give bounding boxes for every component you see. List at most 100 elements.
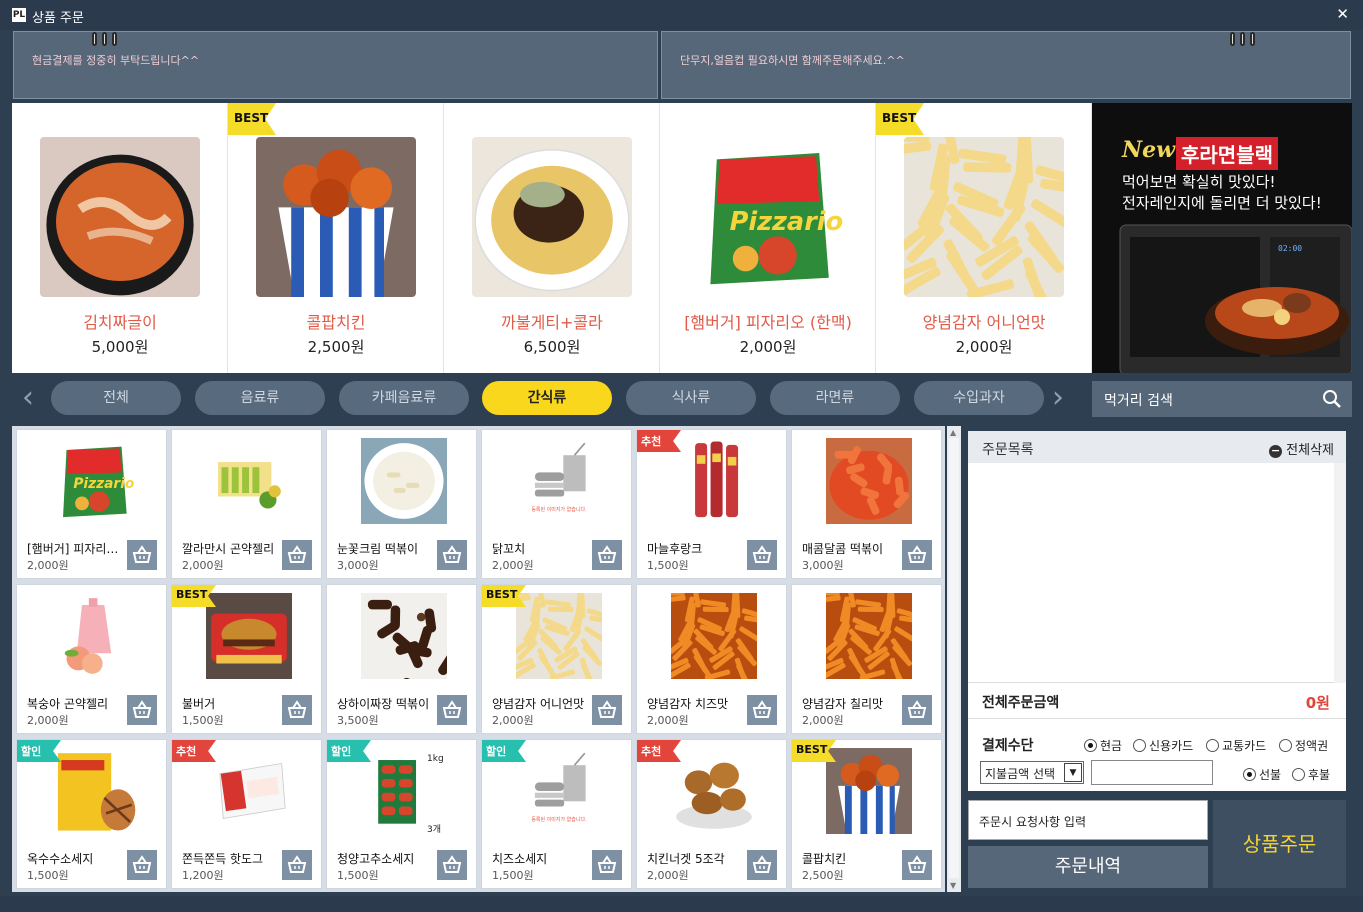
add-to-cart-button[interactable] — [282, 695, 312, 725]
amount-select[interactable]: 지불금액 선택 ▼ — [980, 761, 1084, 784]
product-card[interactable]: Pizzario [햄버거] 피자리오 (한맥) 2,000원 — [16, 429, 167, 579]
place-order-button[interactable]: 상품주문 — [1213, 800, 1346, 888]
product-image[interactable] — [826, 748, 912, 834]
ad-banner[interactable]: New 후라면블랙 먹어보면 확실히 맛있다! 전자레인지에 돌리면 더 맛있다… — [1092, 103, 1352, 373]
featured-image[interactable] — [256, 137, 416, 297]
category-tab[interactable]: 음료류 — [195, 381, 325, 415]
product-card[interactable]: 양념감자 어니언맛 2,000원 BEST — [481, 584, 632, 734]
product-image[interactable] — [361, 438, 447, 524]
chevron-down-icon[interactable]: ▼ — [1064, 763, 1082, 782]
scroll-down-icon[interactable]: ▼ — [950, 881, 956, 890]
radio-circle-icon[interactable] — [1133, 739, 1146, 752]
add-to-cart-button[interactable] — [902, 850, 932, 880]
radio-circle-icon[interactable] — [1084, 739, 1097, 752]
product-image[interactable]: 1kg 3개 — [361, 748, 447, 834]
add-to-cart-button[interactable] — [282, 540, 312, 570]
product-image[interactable] — [671, 438, 757, 524]
featured-card[interactable]: 콜팝치킨 2,500원 BEST — [228, 103, 444, 373]
radio-circle-icon[interactable] — [1243, 768, 1256, 781]
radio-circle-icon[interactable] — [1279, 739, 1292, 752]
product-image[interactable] — [671, 593, 757, 679]
product-image[interactable] — [206, 593, 292, 679]
featured-image[interactable] — [40, 137, 200, 297]
payment-method-radio[interactable]: 교통카드 — [1206, 737, 1266, 754]
add-to-cart-button[interactable] — [282, 850, 312, 880]
product-image[interactable] — [51, 593, 137, 679]
payment-method-radio[interactable]: 정액권 — [1279, 737, 1328, 754]
payment-timing-radio[interactable]: 후불 — [1292, 766, 1330, 783]
request-input[interactable]: 주문시 요청사항 입력 — [968, 800, 1208, 840]
order-history-button[interactable]: 주문내역 — [968, 846, 1208, 888]
product-card[interactable]: 치킨너겟 5조각 2,000원 추천 — [636, 739, 787, 889]
product-grid-scrollbar[interactable]: ▲ ▼ — [947, 426, 961, 892]
product-image[interactable] — [206, 438, 292, 524]
product-card[interactable]: 양념감자 칠리맛 2,000원 — [791, 584, 942, 734]
add-to-cart-button[interactable] — [747, 850, 777, 880]
product-card[interactable]: 1kg 3개 청양고추소세지 1,500원 할인 — [326, 739, 477, 889]
scroll-up-icon[interactable]: ▲ — [950, 428, 956, 437]
payment-method-radio[interactable]: 신용카드 — [1133, 737, 1193, 754]
product-card[interactable]: 등록된 이미지가 없습니다. 닭꼬치 2,000원 — [481, 429, 632, 579]
add-to-cart-button[interactable] — [437, 695, 467, 725]
product-image[interactable]: Pizzario — [51, 438, 137, 524]
featured-card[interactable]: 까불게티+콜라 6,500원 — [444, 103, 660, 373]
product-card[interactable]: 상하이짜장 떡볶이 3,500원 — [326, 584, 477, 734]
product-card[interactable]: 불버거 1,500원 BEST — [171, 584, 322, 734]
product-card[interactable]: 매콤달콤 떡볶이 3,000원 — [791, 429, 942, 579]
add-to-cart-button[interactable] — [747, 695, 777, 725]
product-image[interactable] — [361, 593, 447, 679]
product-card[interactable]: 마늘후랑크 1,500원 추천 — [636, 429, 787, 579]
radio-circle-icon[interactable] — [1292, 768, 1305, 781]
product-card[interactable]: 콜팝치킨 2,500원 BEST — [791, 739, 942, 889]
product-image[interactable] — [826, 593, 912, 679]
category-tab[interactable]: 간식류 — [482, 381, 612, 415]
category-tab[interactable]: 라면류 — [770, 381, 900, 415]
category-tab[interactable]: 수입과자 — [914, 381, 1044, 415]
product-image[interactable] — [51, 748, 137, 834]
product-image[interactable]: 등록된 이미지가 없습니다. — [516, 748, 602, 834]
add-to-cart-button[interactable] — [902, 540, 932, 570]
search-input[interactable]: 먹거리 검색 — [1092, 381, 1352, 417]
featured-image[interactable] — [472, 137, 632, 297]
product-image[interactable] — [206, 748, 292, 834]
product-image[interactable]: 등록된 이미지가 없습니다. — [516, 438, 602, 524]
add-to-cart-button[interactable] — [592, 540, 622, 570]
category-next-icon[interactable]: › — [1052, 382, 1064, 414]
add-to-cart-button[interactable] — [747, 540, 777, 570]
category-tab[interactable]: 식사류 — [626, 381, 756, 415]
add-to-cart-button[interactable] — [127, 850, 157, 880]
add-to-cart-button[interactable] — [592, 695, 622, 725]
category-prev-icon[interactable]: ‹ — [22, 382, 34, 414]
product-image[interactable] — [516, 593, 602, 679]
search-icon[interactable] — [1322, 389, 1342, 409]
add-to-cart-button[interactable] — [592, 850, 622, 880]
product-card[interactable]: 양념감자 치즈맛 2,000원 — [636, 584, 787, 734]
product-image[interactable] — [826, 438, 912, 524]
scroll-thumb[interactable] — [949, 438, 959, 878]
category-tab[interactable]: 카페음료류 — [339, 381, 469, 415]
product-card[interactable]: 눈꽃크림 떡볶이 3,000원 — [326, 429, 477, 579]
add-to-cart-button[interactable] — [127, 695, 157, 725]
product-card[interactable]: 깔라만시 곤약젤리 2,000원 — [171, 429, 322, 579]
order-list[interactable] — [968, 463, 1346, 683]
product-card[interactable]: 옥수수소세지 1,500원 할인 — [16, 739, 167, 889]
featured-card[interactable]: 양념감자 어니언맛 2,000원 BEST — [876, 103, 1092, 373]
close-button[interactable]: ✕ — [1336, 5, 1349, 23]
add-to-cart-button[interactable] — [437, 850, 467, 880]
featured-card[interactable]: Pizzario [햄버거] 피자리오 (한맥) 2,000원 — [660, 103, 876, 373]
add-to-cart-button[interactable] — [437, 540, 467, 570]
product-image[interactable] — [671, 748, 757, 834]
clear-all-button[interactable]: − 전체삭제 — [1269, 439, 1334, 458]
payment-method-radio[interactable]: 현금 — [1084, 737, 1122, 754]
product-card[interactable]: 쫀득쫀득 핫도그 1,200원 추천 — [171, 739, 322, 889]
add-to-cart-button[interactable] — [127, 540, 157, 570]
product-card[interactable]: 등록된 이미지가 없습니다. 치즈소세지 1,500원 할인 — [481, 739, 632, 889]
featured-image[interactable] — [904, 137, 1064, 297]
category-tab[interactable]: 전체 — [51, 381, 181, 415]
featured-image[interactable]: Pizzario — [688, 137, 848, 297]
add-to-cart-button[interactable] — [902, 695, 932, 725]
payment-timing-radio[interactable]: 선불 — [1243, 766, 1281, 783]
product-card[interactable]: 복숭아 곤약젤리 2,000원 — [16, 584, 167, 734]
radio-circle-icon[interactable] — [1206, 739, 1219, 752]
amount-input[interactable] — [1091, 760, 1213, 785]
